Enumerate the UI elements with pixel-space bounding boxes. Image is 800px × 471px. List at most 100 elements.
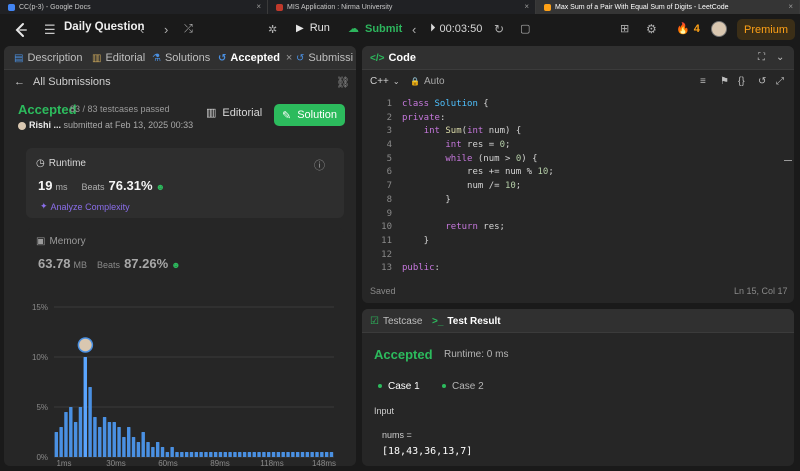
bar[interactable]: [320, 452, 324, 457]
bar[interactable]: [98, 427, 102, 457]
bar[interactable]: [122, 437, 126, 457]
reset-timer-icon[interactable]: ↻: [494, 22, 504, 36]
bar[interactable]: [54, 432, 59, 457]
bar[interactable]: [64, 412, 68, 457]
tab-accepted[interactable]: ↺ Accepted ×: [218, 52, 292, 64]
timer[interactable]: ⏵ 00:03:50: [430, 22, 482, 35]
layout-grid-icon[interactable]: ⊞: [620, 22, 629, 35]
code-editor[interactable]: class Solution {private: int Sum(int num…: [402, 98, 554, 276]
memory-card[interactable]: ▣ Memory 63.78 MB Beats 87.26% ☻: [26, 228, 344, 272]
browser-tab-leetcode[interactable]: Max Sum of a Pair With Equal Sum of Digi…: [536, 0, 800, 14]
code-line[interactable]: private:: [402, 112, 554, 126]
runtime-distribution-chart[interactable]: 15% 10% 5% 0% 1ms 30ms 60ms 89ms 118ms 148ms: [4, 291, 356, 466]
close-tab-icon[interactable]: ×: [788, 2, 793, 11]
daily-question-title[interactable]: Daily Question: [64, 21, 145, 33]
tab-code[interactable]: </> Code: [370, 52, 416, 64]
bar[interactable]: [223, 452, 227, 457]
bar[interactable]: [252, 452, 256, 457]
bar[interactable]: [257, 452, 261, 457]
code-line[interactable]: int res = 0;: [402, 139, 554, 153]
bar[interactable]: [131, 437, 136, 457]
bar[interactable]: [291, 452, 295, 457]
run-button[interactable]: ▶ Run: [296, 22, 330, 34]
bar[interactable]: [78, 407, 83, 457]
bar[interactable]: [184, 452, 189, 457]
bar[interactable]: [247, 452, 252, 457]
bar[interactable]: [329, 452, 334, 457]
code-line[interactable]: public:: [402, 262, 554, 276]
bar[interactable]: [146, 442, 150, 457]
bar[interactable]: [180, 452, 184, 457]
bar[interactable]: [141, 432, 145, 457]
bar[interactable]: [315, 452, 319, 457]
leetcode-logo-icon[interactable]: [13, 22, 29, 38]
tab-description[interactable]: ▤ Description: [14, 52, 82, 64]
bar[interactable]: [136, 442, 141, 457]
tab-editorial[interactable]: ▥ Editorial: [92, 52, 145, 64]
bar[interactable]: [117, 427, 121, 457]
tab-testcase[interactable]: ☑ Testcase: [370, 316, 422, 327]
tab-test-result[interactable]: >_ Test Result: [432, 316, 501, 327]
bar[interactable]: [238, 452, 242, 457]
premium-button[interactable]: Premium: [737, 19, 795, 40]
runtime-card[interactable]: ◷ Runtime ⓘ 19 ms Beats 76.31% ☻ ✦ Analyze…: [26, 148, 344, 218]
bar[interactable]: [204, 452, 208, 457]
fullscreen-icon[interactable]: ⤢: [776, 76, 784, 87]
bar[interactable]: [305, 452, 310, 457]
bar[interactable]: [175, 452, 179, 457]
code-line[interactable]: [402, 249, 554, 263]
language-select[interactable]: C++ ⌄: [370, 76, 400, 87]
bar[interactable]: [73, 422, 78, 457]
bar[interactable]: [324, 452, 329, 457]
format-icon[interactable]: ≡: [700, 76, 706, 87]
bar[interactable]: [69, 407, 73, 457]
submitter-name[interactable]: Rishi ...: [29, 120, 61, 130]
bar[interactable]: [213, 452, 218, 457]
bookmark-icon[interactable]: ⚑: [720, 76, 729, 87]
maximize-icon[interactable]: ⛶: [758, 52, 765, 63]
bar[interactable]: [295, 452, 300, 457]
bar[interactable]: [155, 442, 160, 457]
bar[interactable]: [151, 447, 155, 457]
code-line[interactable]: }: [402, 194, 554, 208]
settings-gear-icon[interactable]: ⚙: [646, 22, 657, 36]
user-avatar[interactable]: [711, 21, 727, 37]
bar[interactable]: [93, 417, 97, 457]
bar[interactable]: [102, 417, 107, 457]
bar[interactable]: [112, 422, 116, 457]
browser-tab-mis[interactable]: MIS Application : Nirma University ×: [268, 0, 536, 14]
close-tab-icon[interactable]: ×: [524, 2, 529, 11]
variable-value[interactable]: [18,43,36,13,7]: [382, 446, 472, 457]
case-1-tab[interactable]: Case 1: [378, 377, 430, 395]
tab-solutions[interactable]: ⚗ Solutions: [152, 52, 210, 64]
tab-submissions[interactable]: ↺ Submissi: [296, 52, 353, 64]
problem-list-icon[interactable]: ☰: [44, 22, 56, 38]
solution-button[interactable]: ✎ Solution: [274, 104, 345, 126]
analyze-complexity-button[interactable]: ✦ Analyze Complexity: [40, 201, 130, 212]
streak-counter[interactable]: 🔥 4: [676, 22, 700, 36]
bar[interactable]: [127, 427, 131, 457]
bar[interactable]: [165, 452, 170, 457]
bar[interactable]: [233, 452, 237, 457]
bar[interactable]: [160, 447, 165, 457]
reset-code-icon[interactable]: ↺: [758, 76, 766, 87]
code-line[interactable]: [402, 208, 554, 222]
bar[interactable]: [286, 452, 290, 457]
note-icon[interactable]: ▢: [520, 22, 530, 35]
bar[interactable]: [228, 452, 232, 457]
browser-tab-google-docs[interactable]: CC(p-3) - Google Docs ×: [0, 0, 268, 14]
shuffle-icon[interactable]: ⤮: [184, 23, 193, 36]
bar[interactable]: [267, 452, 271, 457]
bar[interactable]: [88, 387, 92, 457]
share-link-icon[interactable]: ⛓: [336, 76, 350, 89]
submit-button[interactable]: ☁ Submit: [348, 22, 402, 36]
bar[interactable]: [59, 427, 63, 457]
bar[interactable]: [209, 452, 213, 457]
close-tab-icon[interactable]: ×: [256, 2, 261, 11]
bar[interactable]: [194, 452, 199, 457]
bar-highlighted[interactable]: [83, 357, 87, 457]
code-line[interactable]: res += num % 10;: [402, 166, 554, 180]
bar[interactable]: [242, 452, 247, 457]
code-line[interactable]: return res;: [402, 221, 554, 235]
bar[interactable]: [189, 452, 194, 457]
